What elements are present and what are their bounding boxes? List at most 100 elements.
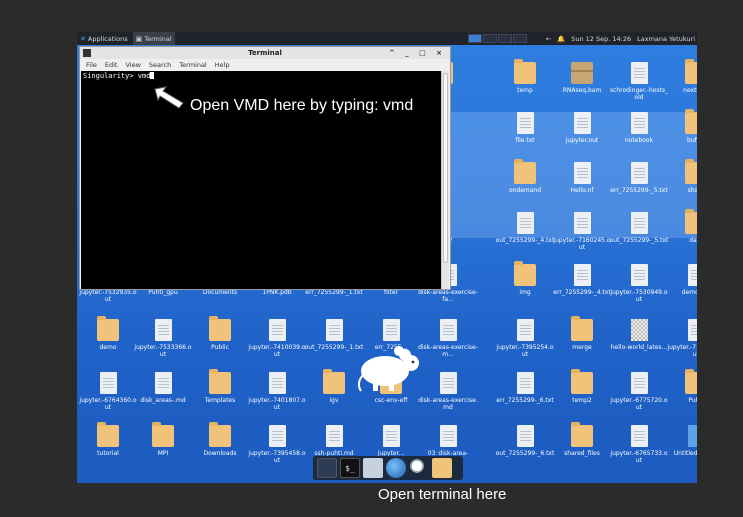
document-icon bbox=[382, 319, 400, 341]
folder-icon bbox=[514, 261, 536, 286]
desktop-icon[interactable]: jupyter.-6764360.out bbox=[78, 372, 138, 411]
desktop-icon-label: notebook bbox=[624, 137, 654, 144]
desktop-icon[interactable]: notebook bbox=[609, 112, 669, 144]
desktop-icon[interactable]: jupyter.out bbox=[552, 112, 612, 144]
document-icon bbox=[382, 425, 400, 447]
desktop-icon[interactable]: Untitled.ipyn-b bbox=[666, 425, 697, 457]
desktop-icon[interactable]: jupyter... bbox=[361, 425, 421, 457]
scrollbar-thumb[interactable] bbox=[443, 73, 448, 263]
desktop-icon[interactable]: img bbox=[495, 261, 555, 296]
taskbar-terminal[interactable]: ▣ Terminal bbox=[132, 32, 175, 45]
desktop-icon[interactable]: Downloads bbox=[190, 422, 250, 457]
file-manager-icon[interactable] bbox=[363, 458, 383, 478]
folder-icon bbox=[209, 316, 231, 341]
terminal-launcher-icon[interactable]: $_ bbox=[340, 458, 360, 478]
desktop-icon-label: MPI bbox=[157, 450, 169, 457]
desktop-icon[interactable]: RNAseq.bam bbox=[552, 62, 612, 94]
desktop-icon[interactable]: buffer bbox=[666, 109, 697, 144]
desktop-icon[interactable]: out_7255299-_4.txt bbox=[495, 212, 555, 244]
desktop-icon[interactable]: out_7255299-_5.txt bbox=[609, 212, 669, 244]
desktop-icon[interactable]: ondemand bbox=[495, 159, 555, 194]
menu-edit[interactable]: Edit bbox=[105, 61, 118, 69]
folder-launcher-icon[interactable] bbox=[432, 458, 452, 478]
desktop-icon[interactable]: temp2 bbox=[552, 369, 612, 404]
desktop-icon[interactable]: jupyter.-7160245.out bbox=[552, 212, 612, 251]
desktop-icon[interactable]: jupyter.-7533366.out bbox=[133, 319, 193, 358]
desktop-icon[interactable]: jupyter.-7395458.out bbox=[247, 425, 307, 464]
desktop-icon-label: merge bbox=[572, 344, 592, 351]
desktop-icon[interactable]: jupyter.-6775720.out bbox=[609, 372, 669, 411]
desktop-icon[interactable]: Puhti bbox=[666, 369, 697, 404]
desktop-icon[interactable]: err_7255299-_6.txt bbox=[495, 372, 555, 404]
desktop-icon-label: disk_areas-.md bbox=[140, 397, 186, 404]
folder-icon bbox=[97, 422, 119, 447]
desktop-icon-label: hello-world_lates... bbox=[610, 344, 668, 351]
desktop-icon[interactable]: Hello.nf bbox=[552, 162, 612, 194]
desktop-icon[interactable]: temp bbox=[495, 59, 555, 94]
menu-help[interactable]: Help bbox=[215, 61, 230, 69]
desktop-icon[interactable]: disk-areas-exercise-m... bbox=[418, 319, 478, 358]
menu-view[interactable]: View bbox=[125, 61, 140, 69]
search-icon[interactable] bbox=[409, 458, 429, 478]
desktop-icon-label: jupyter.-7401807.out bbox=[248, 397, 306, 411]
window-controls[interactable]: ^ _ □ × bbox=[389, 47, 446, 59]
desktop-icon[interactable]: MPI bbox=[133, 422, 193, 457]
desktop-icon[interactable]: tutorial bbox=[78, 422, 138, 457]
user-name[interactable]: Laxmana Yetukuri bbox=[637, 35, 695, 43]
workspace-1[interactable] bbox=[468, 34, 482, 43]
applications-menu[interactable]: ✕ Applications bbox=[77, 32, 131, 45]
desktop-icon[interactable]: jupyter.-7395254.out bbox=[495, 319, 555, 358]
desktop-icon[interactable]: shared_files bbox=[552, 422, 612, 457]
desktop-icon[interactable]: file.txt bbox=[495, 112, 555, 144]
annotation-open-terminal: Open terminal here bbox=[378, 486, 507, 503]
desktop-icon[interactable]: err_7255299-_5.txt bbox=[609, 162, 669, 194]
applications-label: Applications bbox=[87, 34, 128, 43]
desktop-icon-label: tutorial bbox=[97, 450, 119, 457]
workspace-4[interactable] bbox=[513, 34, 527, 43]
web-browser-icon[interactable] bbox=[386, 458, 406, 478]
desktop-icon[interactable]: jupyter.-7401807.out bbox=[247, 372, 307, 411]
desktop-icon[interactable]: jupyter.-7410039.out bbox=[247, 319, 307, 358]
desktop-icon[interactable]: Templates bbox=[190, 369, 250, 404]
desktop-icon[interactable]: schrodinger.-hosts_old bbox=[609, 62, 669, 101]
desktop-icon[interactable]: nextflow bbox=[666, 59, 697, 94]
desktop-icon-label: demo bbox=[99, 344, 117, 351]
desktop-icon[interactable]: jupyter.-7395323.out bbox=[666, 319, 697, 358]
menu-terminal[interactable]: Terminal bbox=[179, 61, 206, 69]
desktop-icon[interactable]: out_7255299-_6.txt bbox=[495, 425, 555, 457]
menu-search[interactable]: Search bbox=[149, 61, 171, 69]
document-icon bbox=[630, 162, 648, 184]
desktop-icon[interactable]: disk-areas-exercise.md bbox=[418, 372, 478, 411]
terminal-window[interactable]: Terminal ^ _ □ × File Edit View Search T… bbox=[79, 46, 451, 290]
desktop-icon[interactable]: disk_areas-.md bbox=[133, 372, 193, 404]
desktop-icon[interactable]: ssh-puhti.md bbox=[304, 425, 364, 457]
document-icon bbox=[268, 425, 286, 447]
workspace-switcher bbox=[468, 34, 527, 43]
desktop-icon[interactable]: merge bbox=[552, 316, 612, 351]
desktop-icon[interactable]: share bbox=[666, 159, 697, 194]
desktop-icon[interactable]: hello-world_lates... bbox=[609, 319, 669, 351]
desktop-icon[interactable]: data bbox=[666, 209, 697, 244]
desktop-icon[interactable]: 03_disk-area- bbox=[418, 425, 478, 457]
notification-bell-icon[interactable]: 🔔 bbox=[557, 35, 565, 43]
document-icon bbox=[630, 62, 648, 84]
terminal-scrollbar[interactable] bbox=[441, 71, 449, 289]
desktop-icon[interactable]: jupyter.-7530949.out bbox=[609, 264, 669, 303]
desktop-icon-label: jupyter.-7160245.out bbox=[553, 237, 611, 251]
terminal-titlebar[interactable]: Terminal ^ _ □ × bbox=[80, 47, 450, 59]
clock[interactable]: Sun 12 Sep. 14:26 bbox=[571, 35, 631, 43]
workspace-2[interactable] bbox=[483, 34, 497, 43]
menu-file[interactable]: File bbox=[86, 61, 97, 69]
desktop-icon[interactable]: Public bbox=[190, 316, 250, 351]
back-arrow-icon[interactable]: ← bbox=[546, 35, 551, 43]
desktop-icon[interactable]: err_7255299-_4.txt bbox=[552, 264, 612, 296]
desktop-icon[interactable]: demo.md bbox=[666, 264, 697, 296]
document-icon bbox=[268, 319, 286, 341]
show-desktop-icon[interactable] bbox=[317, 458, 337, 478]
folder-icon bbox=[97, 316, 119, 341]
desktop-icon-label: img bbox=[519, 289, 531, 296]
workspace-3[interactable] bbox=[498, 34, 512, 43]
desktop-icon[interactable]: demo bbox=[78, 316, 138, 351]
desktop-icon[interactable]: jupyter.-6765733.out bbox=[609, 425, 669, 464]
document-icon bbox=[516, 319, 534, 341]
